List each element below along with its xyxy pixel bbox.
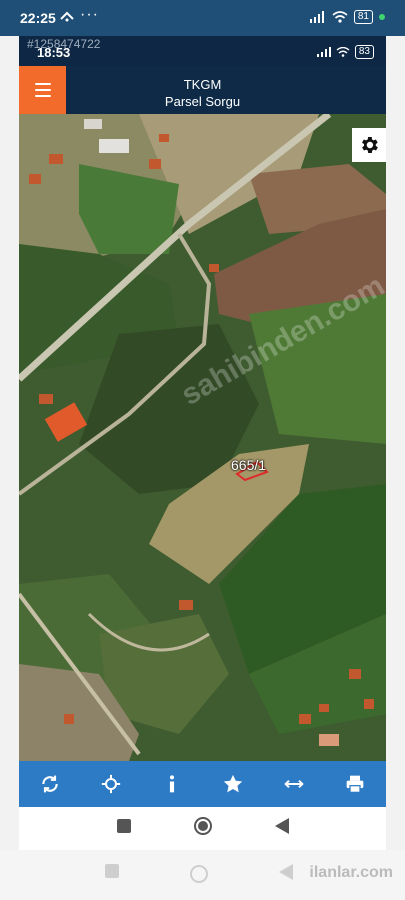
back-icon [274, 818, 289, 834]
outer-nav-icons [105, 864, 293, 884]
locate-button[interactable] [91, 764, 131, 804]
signal-icon [316, 47, 331, 57]
inner-status-time: 18:53 [37, 45, 71, 60]
measure-button[interactable] [274, 764, 314, 804]
print-button[interactable] [335, 764, 375, 804]
map-toolbar [19, 761, 386, 807]
signal-icon [309, 11, 324, 23]
info-icon [169, 775, 174, 793]
inner-status-bar: #1258474722 18:53 83 [19, 36, 386, 66]
star-icon [223, 774, 243, 793]
outer-nav-bar: ilanlar.com [0, 850, 405, 900]
app-frame: #1258474722 18:53 83 TKGM Parsel Sorgu s… [19, 36, 386, 850]
inner-status-indicators: 83 [316, 45, 374, 59]
recent-apps-icon [116, 819, 131, 833]
satellite-map[interactable]: sahibinden.com 665/1 [19, 114, 386, 761]
back-icon [279, 864, 293, 880]
settings-button[interactable] [352, 128, 386, 162]
app-header: TKGM Parsel Sorgu [19, 66, 386, 114]
back-button[interactable] [274, 818, 289, 839]
battery-level: 81 [353, 10, 373, 24]
refresh-button[interactable] [30, 764, 70, 804]
wifi-icon [332, 11, 348, 23]
measure-icon [284, 779, 304, 789]
recent-apps-icon [105, 864, 119, 878]
page-title: TKGM Parsel Sorgu [19, 76, 386, 110]
home-icon [190, 865, 208, 883]
gear-icon [362, 137, 378, 153]
home-icon [193, 817, 212, 835]
map-imagery [19, 114, 386, 761]
info-button[interactable] [152, 764, 192, 804]
battery-level: 83 [354, 45, 374, 59]
site-watermark: ilanlar.com [309, 864, 393, 881]
title-line-2: Parsel Sorgu [164, 94, 241, 109]
wifi-icon [336, 47, 350, 57]
android-nav-bar [19, 807, 386, 850]
home-button[interactable] [193, 816, 213, 841]
locate-icon [101, 774, 120, 794]
notification-icon [60, 9, 74, 25]
more-notifications-icon: ··· [80, 6, 99, 23]
print-icon [347, 775, 364, 793]
active-dot [379, 14, 385, 20]
status-time: 22:25 [20, 10, 56, 26]
status-bar: 22:25 ··· 81 [0, 0, 405, 36]
recent-apps-button[interactable] [116, 819, 131, 838]
status-indicators: 81 [309, 10, 385, 24]
parcel-label[interactable]: 665/1 [231, 457, 266, 473]
refresh-icon [41, 775, 58, 793]
favorite-button[interactable] [213, 764, 253, 804]
title-line-1: TKGM [183, 77, 222, 92]
